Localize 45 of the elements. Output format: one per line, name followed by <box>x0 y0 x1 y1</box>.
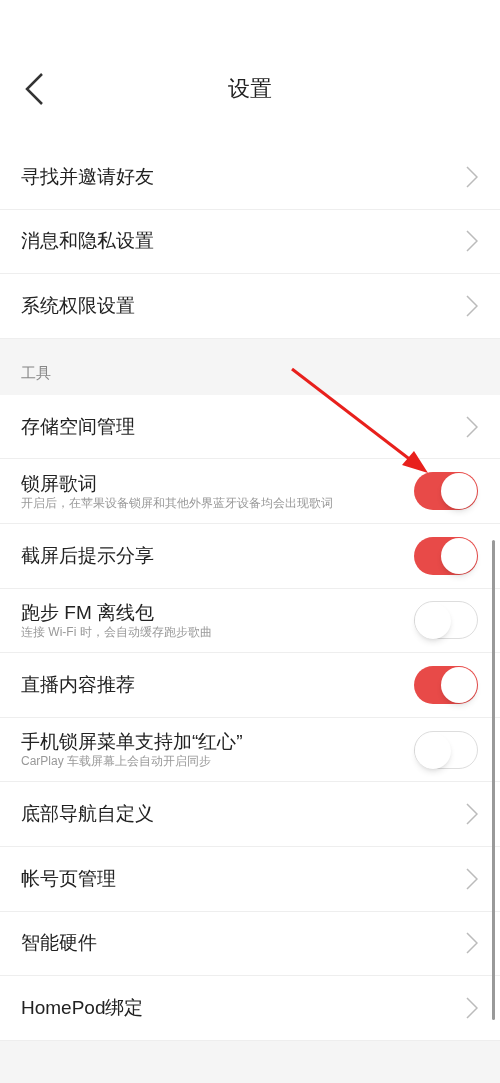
toggle-switch[interactable] <box>414 601 478 640</box>
row-label: 直播内容推荐 <box>21 672 136 697</box>
row-label: 系统权限设置 <box>21 294 136 318</box>
settings-row[interactable]: 底部导航自定义 <box>0 782 500 847</box>
row-label: 底部导航自定义 <box>21 802 155 827</box>
settings-row[interactable]: 跑步 FM 离线包 连接 Wi-Fi 时，会自动缓存跑步歌曲 <box>0 588 500 654</box>
settings-row[interactable]: 手机锁屏菜单支持加“红心” CarPlay 车载屏幕上会自动开启同步 <box>0 717 500 783</box>
settings-row[interactable]: 消息和隐私设置 <box>0 209 500 275</box>
toggle-switch[interactable] <box>414 472 478 511</box>
settings-row[interactable]: HomePod绑定 <box>0 976 500 1041</box>
row-description: 开启后，在苹果设备锁屏和其他外界蓝牙设备均会出现歌词 <box>21 495 334 511</box>
row-label: 智能硬件 <box>21 931 98 956</box>
row-description: CarPlay 车载屏幕上会自动开启同步 <box>21 754 212 770</box>
row-label: 手机锁屏菜单支持加“红心” <box>21 730 244 755</box>
settings-row[interactable]: 直播内容推荐 <box>0 653 500 718</box>
back-icon[interactable] <box>24 72 44 106</box>
row-label: 锁屏歌词 <box>21 471 98 496</box>
chevron-icon <box>466 996 478 1019</box>
row-label: 存储空间管理 <box>21 414 136 439</box>
chevron-icon <box>466 230 478 253</box>
settings-row[interactable]: 系统权限设置 <box>0 274 500 339</box>
settings-row[interactable]: 锁屏歌词 开启后，在苹果设备锁屏和其他外界蓝牙设备均会出现歌词 <box>0 459 500 524</box>
chevron-icon <box>466 932 478 955</box>
row-label: 帐号页管理 <box>21 866 117 891</box>
toggle-switch[interactable] <box>414 730 478 769</box>
row-label: 消息和隐私设置 <box>21 229 155 254</box>
row-label: 寻找并邀请好友 <box>21 164 155 189</box>
settings-row[interactable]: 寻找并邀请好友 <box>0 145 500 210</box>
row-label: HomePod绑定 <box>21 995 145 1020</box>
chevron-icon <box>466 165 478 188</box>
toggle-switch[interactable] <box>414 665 478 704</box>
row-label: 截屏后提示分享 <box>21 543 155 568</box>
settings-row[interactable]: 存储空间管理 <box>0 394 500 460</box>
chevron-icon <box>466 867 478 890</box>
section-header: 工具 <box>21 363 51 384</box>
row-label: 跑步 FM 离线包 <box>21 600 155 625</box>
toggle-switch[interactable] <box>414 536 478 575</box>
chevron-icon <box>466 803 478 826</box>
page-title: 设置 <box>228 75 272 103</box>
settings-row[interactable]: 帐号页管理 <box>0 846 500 912</box>
row-description: 连接 Wi-Fi 时，会自动缓存跑步歌曲 <box>21 624 213 640</box>
settings-row[interactable]: 截屏后提示分享 <box>0 523 500 589</box>
chevron-icon <box>466 415 478 438</box>
settings-row[interactable]: 智能硬件 <box>0 911 500 977</box>
chevron-icon <box>466 295 478 317</box>
